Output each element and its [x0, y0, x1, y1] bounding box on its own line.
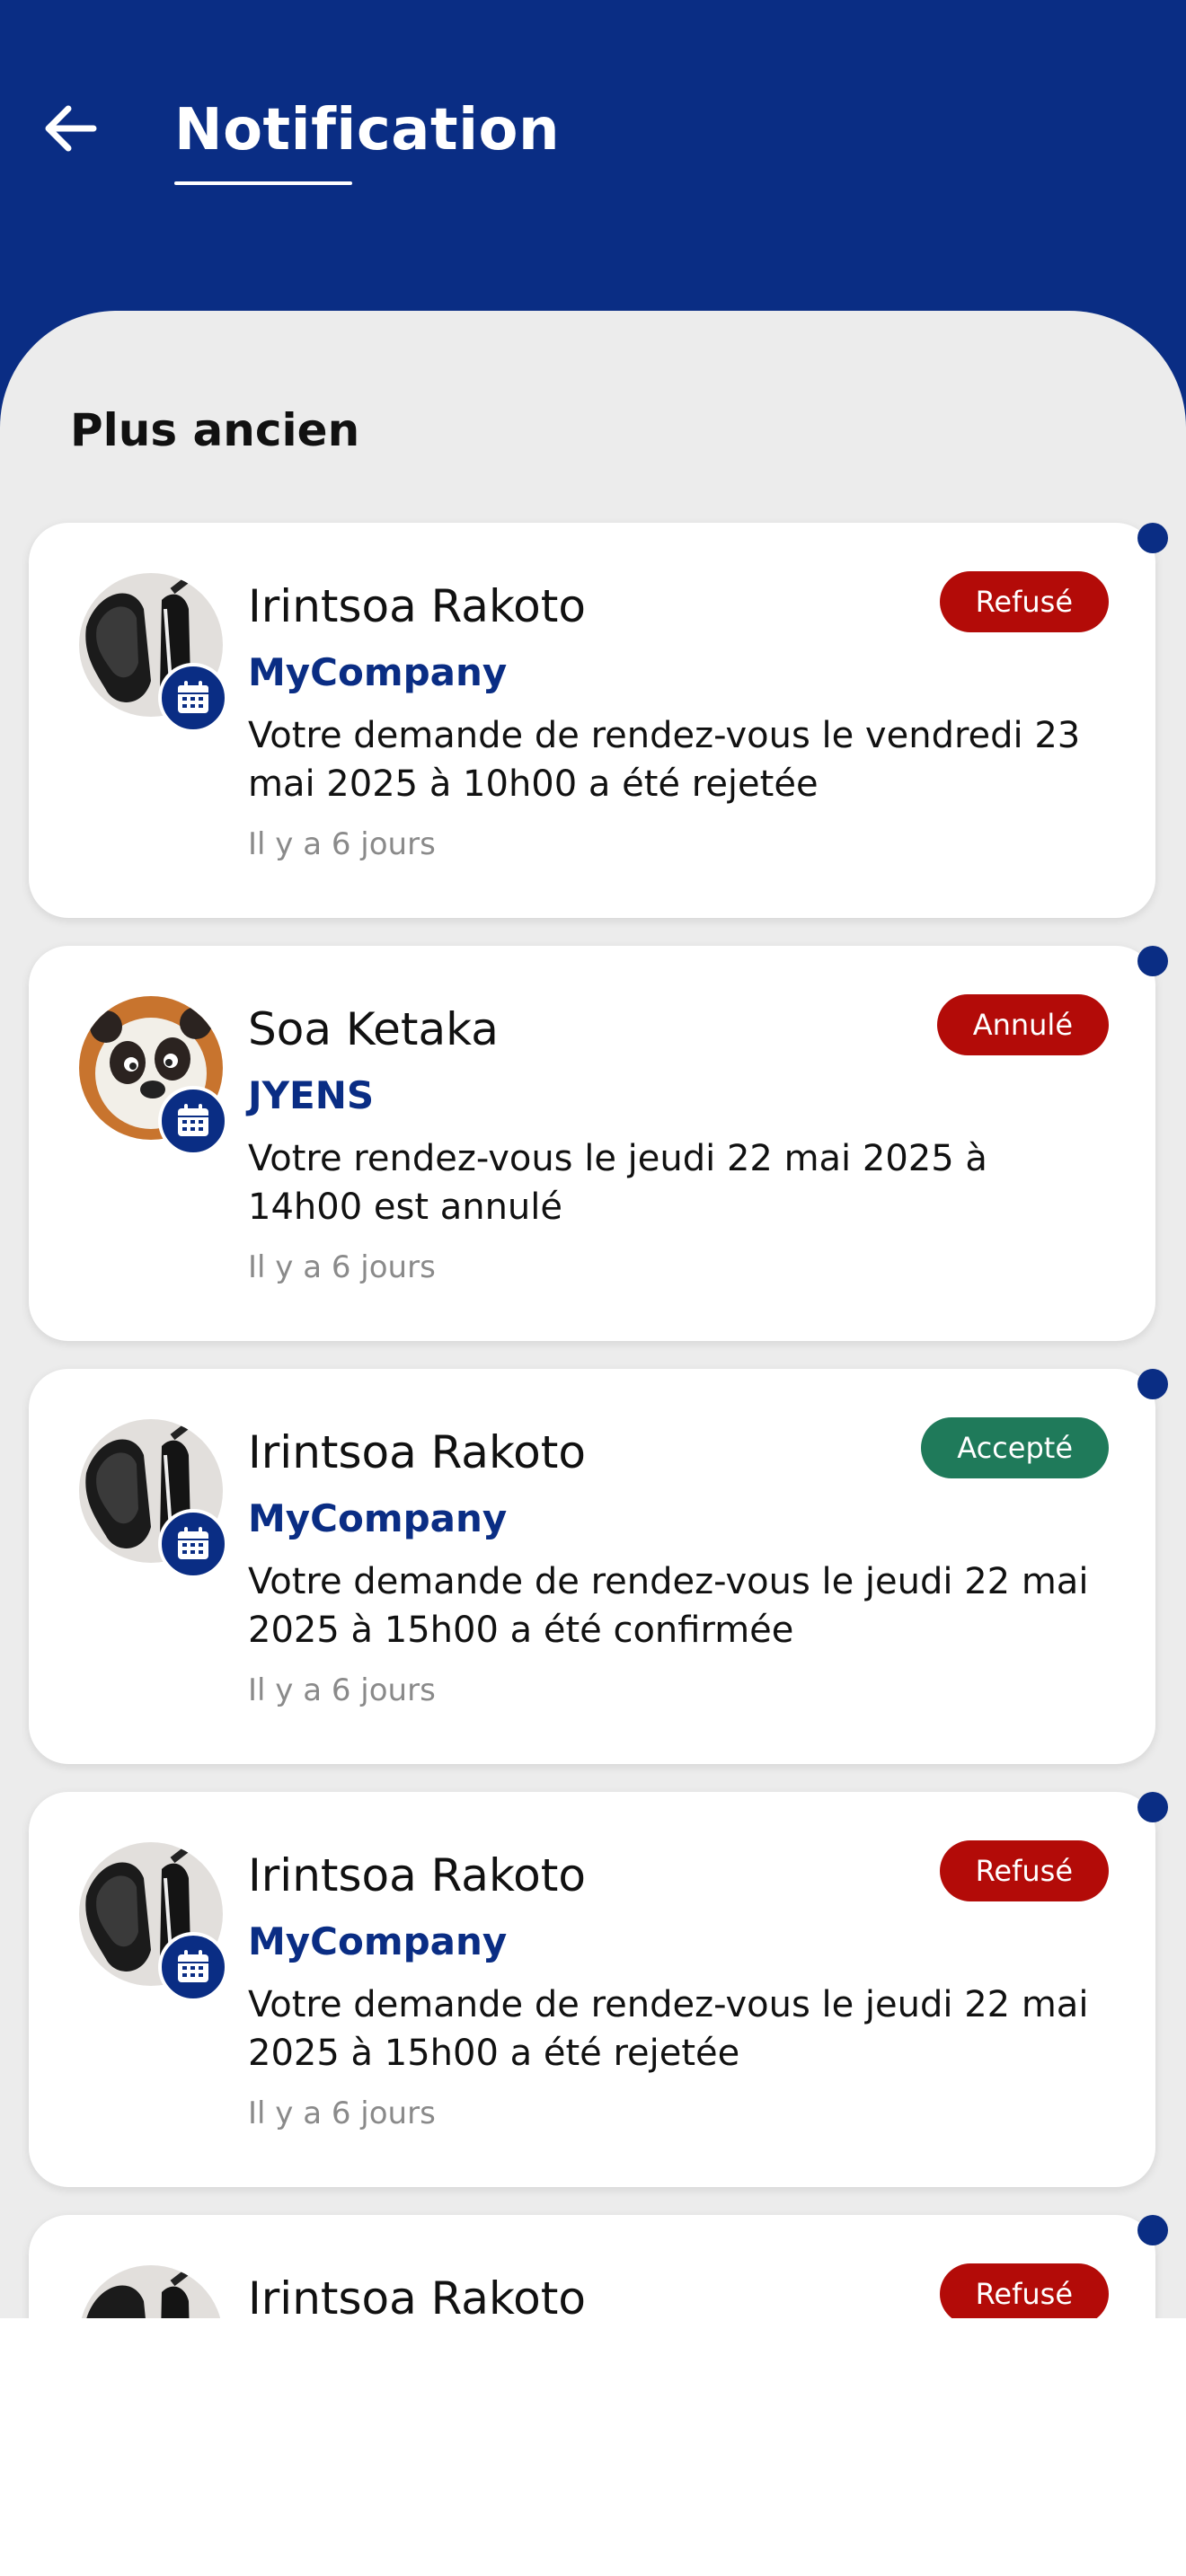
calendar-badge: [158, 663, 228, 733]
avatar-group: [79, 1419, 232, 1579]
calendar-icon: [178, 1527, 208, 1559]
unread-indicator: [1137, 523, 1168, 553]
company-name: MyCompany: [248, 1496, 508, 1540]
notification-message: Votre demande de rendez-vous le jeudi 22…: [248, 1561, 1089, 1651]
sender-name: Irintsoa Rakoto: [248, 1426, 586, 1478]
avatar-group: [79, 573, 232, 733]
notification-card[interactable]: Irintsoa Rakoto MyCompany Votre demande …: [29, 1369, 1168, 1764]
calendar-icon: [178, 681, 208, 713]
sender-name: Soa Ketaka: [248, 1003, 499, 1055]
status-badge: Refusé: [939, 571, 1109, 632]
notification-card[interactable]: Irintsoa Rakoto Refusé: [29, 2215, 1168, 2318]
page-title: Notification: [174, 97, 561, 163]
notification-card[interactable]: Irintsoa Rakoto MyCompany Votre demande …: [29, 523, 1168, 918]
company-name: MyCompany: [248, 650, 508, 694]
status-badge: Refusé: [939, 2263, 1109, 2318]
shoes-avatar: [79, 2265, 223, 2318]
avatar-group: [79, 996, 232, 1156]
notification-card[interactable]: Irintsoa Rakoto MyCompany Votre demande …: [29, 1792, 1168, 2187]
timestamp: Il y a 6 jours: [248, 2095, 436, 2131]
calendar-badge: [158, 1086, 228, 1156]
avatar-group: [79, 1842, 232, 2002]
unread-indicator: [1137, 1792, 1168, 1822]
section-title: Plus ancien: [70, 404, 360, 456]
sender-name: Irintsoa Rakoto: [248, 2272, 586, 2318]
timestamp: Il y a 6 jours: [248, 826, 436, 862]
notification-message: Votre demande de rendez-vous le vendredi…: [248, 715, 1081, 805]
unread-indicator: [1137, 1369, 1168, 1399]
notification-card[interactable]: Soa Ketaka JYENS Votre rendez-vous le je…: [29, 946, 1168, 1341]
notification-list-panel[interactable]: Plus ancien Irintsoa Rakoto MyCompany Vo…: [0, 311, 1186, 2318]
timestamp: Il y a 6 jours: [248, 1249, 436, 1285]
bottom-blank-area: [0, 2318, 1186, 2576]
status-badge: Annulé: [936, 994, 1109, 1055]
back-button[interactable]: [36, 97, 104, 160]
status-badge: Refusé: [939, 1840, 1109, 1901]
sender-name: Irintsoa Rakoto: [248, 1849, 586, 1901]
company-name: MyCompany: [248, 1919, 508, 1963]
calendar-badge: [158, 1932, 228, 2002]
timestamp: Il y a 6 jours: [248, 1672, 436, 1708]
company-name: JYENS: [248, 1073, 375, 1117]
notification-message: Votre demande de rendez-vous le jeudi 22…: [248, 1984, 1089, 2074]
sender-name: Irintsoa Rakoto: [248, 580, 586, 632]
arrow-left-icon: [45, 105, 97, 152]
calendar-badge: [158, 1509, 228, 1579]
status-badge: Accepté: [921, 1417, 1109, 1478]
title-underline: [174, 181, 352, 185]
avatar-group: [79, 2265, 232, 2318]
notification-message: Votre rendez-vous le jeudi 22 mai 2025 à…: [248, 1138, 987, 1228]
unread-indicator: [1137, 2215, 1168, 2245]
calendar-icon: [178, 1950, 208, 1982]
unread-indicator: [1137, 946, 1168, 976]
calendar-icon: [178, 1104, 208, 1136]
